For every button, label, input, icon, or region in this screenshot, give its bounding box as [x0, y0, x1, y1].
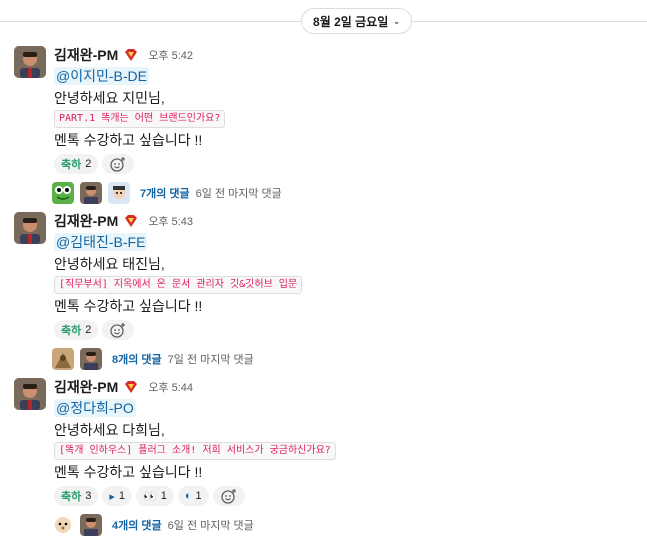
reactions: 축하 2 — [54, 154, 641, 174]
date-divider: 8월 2일 금요일 ⌄ — [0, 8, 647, 34]
reaction-pill[interactable]: 👀 1 — [136, 486, 174, 506]
reaction-count: 3 — [85, 490, 92, 502]
avatar — [52, 182, 74, 204]
reaction-pill[interactable]: 축하 2 — [54, 320, 99, 340]
celebrate-icon: 축하 — [61, 325, 82, 337]
reaction-pill[interactable]: ◐ 1 — [177, 486, 209, 506]
reaction-count: 1 — [118, 490, 126, 502]
date-jump-button[interactable]: 8월 2일 금요일 ⌄ — [301, 8, 412, 34]
date-label: 8월 2일 금요일 — [313, 14, 389, 29]
last-reply-time: 6일 전 마지막 댓글 — [167, 520, 254, 532]
avatar — [108, 182, 130, 204]
reaction-pill[interactable]: 축하 3 — [54, 486, 99, 506]
reaction-pill[interactable]: 축하 2 — [54, 154, 99, 174]
toggle-emoji-icon: ◐ — [184, 490, 192, 502]
avatar — [80, 514, 102, 536]
superman-status-icon — [124, 48, 138, 62]
reactions: 축하 2 — [54, 320, 641, 340]
avatar — [52, 348, 74, 370]
add-reaction-button[interactable] — [102, 154, 135, 174]
add-emoji-icon — [110, 157, 126, 172]
add-reaction-button[interactable] — [212, 486, 245, 506]
last-reply-time: 6일 전 마지막 댓글 — [195, 188, 282, 200]
user-mention[interactable]: @김태진-B-FE — [54, 233, 148, 251]
celebrate-icon: 축하 — [61, 159, 82, 171]
superman-status-icon — [124, 214, 138, 228]
message-body: 멘톡 수강하고 싶습니다 !! — [54, 298, 203, 314]
celebrate-icon: 축하 — [61, 491, 82, 503]
message-body: 멘톡 수강하고 싶습니다 !! — [54, 464, 203, 480]
chevron-down-icon: ⌄ — [393, 16, 400, 26]
last-reply-time: 7일 전 마지막 댓글 — [167, 354, 254, 366]
reaction-pill[interactable]: ▸ 1 — [102, 486, 133, 506]
user-mention[interactable]: @이지민-B-DE — [54, 67, 149, 85]
reaction-count: 1 — [195, 490, 202, 502]
thread-summary[interactable]: 8개의 댓글 7일 전 마지막 댓글 — [52, 348, 641, 370]
message-greeting: 안녕하세요 다희님, — [54, 422, 165, 438]
add-reaction-button[interactable] — [102, 320, 135, 340]
reply-count-link[interactable]: 4개의 댓글 — [112, 517, 162, 533]
add-emoji-icon — [110, 323, 126, 338]
inline-code: [똑개 인하우스] 플러그 소개! 저희 서비스가 궁금하신가요? — [54, 442, 336, 460]
thread-summary[interactable]: 7개의 댓글 6일 전 마지막 댓글 — [52, 182, 641, 204]
message-greeting: 안녕하세요 태진님, — [54, 256, 165, 272]
inline-code: PART.1 똑개는 어떤 브랜드인가요? — [54, 110, 226, 128]
reply-count-link[interactable]: 7개의 댓글 — [140, 185, 190, 201]
reaction-count: 2 — [85, 324, 92, 336]
reply-count-link[interactable]: 8개의 댓글 — [112, 351, 162, 367]
superman-status-icon — [124, 380, 138, 394]
message-body: 멘톡 수강하고 싶습니다 !! — [54, 132, 203, 148]
avatar[interactable] — [14, 212, 46, 244]
author-name[interactable]: 김재완-PM — [54, 45, 118, 65]
arrow-emoji-icon: ▸ — [109, 490, 115, 503]
timestamp[interactable]: 오후 5:43 — [148, 213, 193, 229]
reactions: 축하 3 ▸ 1 👀 1 ◐ 1 — [54, 486, 641, 506]
reaction-count: 1 — [160, 490, 167, 502]
inline-code: [직무부서] 지옥에서 온 문서 관리자 깃&깃허브 입문 — [54, 276, 303, 294]
reaction-count: 2 — [85, 158, 92, 170]
avatar — [80, 348, 102, 370]
eyes-emoji-icon: 👀 — [143, 490, 157, 503]
timestamp[interactable]: 오후 5:44 — [148, 379, 193, 395]
author-name[interactable]: 김재완-PM — [54, 211, 118, 231]
avatar — [52, 514, 74, 536]
thread-summary[interactable]: 4개의 댓글 6일 전 마지막 댓글 — [52, 514, 641, 536]
add-emoji-icon — [220, 489, 236, 504]
timestamp[interactable]: 오후 5:42 — [148, 47, 193, 63]
author-name[interactable]: 김재완-PM — [54, 377, 118, 397]
user-mention[interactable]: @정다희-PO — [54, 399, 136, 417]
message-greeting: 안녕하세요 지민님, — [54, 90, 165, 106]
avatar[interactable] — [14, 46, 46, 78]
avatar[interactable] — [14, 378, 46, 410]
avatar — [80, 182, 102, 204]
